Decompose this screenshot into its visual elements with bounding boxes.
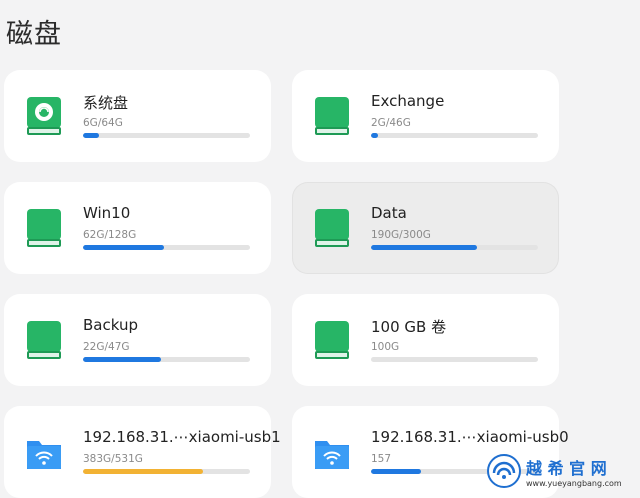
watermark-url: www.yueyangbang.com <box>526 478 622 488</box>
disk-usage: 6G/64G <box>83 117 123 129</box>
disk-name: 系统盘 <box>83 94 129 112</box>
disk-name: 100 GB 卷 <box>371 318 447 336</box>
usage-bar <box>83 469 250 474</box>
disk-usage: 62G/128G <box>83 229 137 241</box>
drive-icon <box>26 208 62 248</box>
usage-bar <box>371 357 538 362</box>
disk-card-100gb[interactable]: 100 GB 卷 100G <box>292 294 559 386</box>
disk-name: Win10 <box>83 204 131 222</box>
disk-card-system[interactable]: 系统盘 6G/64G <box>4 70 271 162</box>
usage-bar <box>83 357 250 362</box>
usage-bar-fill <box>83 469 204 474</box>
usage-bar <box>371 245 538 250</box>
drive-icon <box>314 320 350 360</box>
disk-usage: 22G/47G <box>83 341 130 353</box>
usage-bar <box>83 133 250 138</box>
disk-usage: 383G/531G <box>83 453 143 465</box>
usage-bar <box>83 245 250 250</box>
network-folder-icon <box>314 432 350 472</box>
disk-name: 192.168.31.⋯xiaomi-usb0 <box>371 428 569 446</box>
page-title: 磁盘 <box>6 19 62 50</box>
drive-icon <box>314 208 350 248</box>
disk-usage: 190G/300G <box>371 229 431 241</box>
disk-usage: 100G <box>371 341 400 353</box>
disk-name: Backup <box>83 316 138 334</box>
drive-icon <box>26 320 62 360</box>
disk-card-backup[interactable]: Backup 22G/47G <box>4 294 271 386</box>
usage-bar <box>371 133 538 138</box>
system-drive-icon <box>26 96 62 136</box>
network-folder-icon <box>26 432 62 472</box>
watermark-title: 越 希 官 网 <box>526 458 607 478</box>
drive-icon <box>314 96 350 136</box>
usage-bar-fill <box>371 133 379 138</box>
disk-name: Data <box>371 204 407 222</box>
disk-card-data[interactable]: Data 190G/300G <box>292 182 559 274</box>
usage-bar-fill <box>83 357 162 362</box>
site-watermark: 越 希 官 网 www.yueyangbang.com <box>486 448 636 494</box>
disk-usage: 157 <box>371 453 392 465</box>
disk-name: Exchange <box>371 92 445 110</box>
watermark-logo-icon <box>486 453 522 489</box>
usage-bar-fill <box>371 469 422 474</box>
usage-bar-fill <box>371 245 477 250</box>
usage-bar-fill <box>83 245 164 250</box>
disk-card-win10[interactable]: Win10 62G/128G <box>4 182 271 274</box>
disk-card-xiaomi-usb1[interactable]: 192.168.31.⋯xiaomi-usb1 383G/531G <box>4 406 281 498</box>
usage-bar-fill <box>83 133 99 138</box>
disk-card-exchange[interactable]: Exchange 2G/46G <box>292 70 559 162</box>
disk-name: 192.168.31.⋯xiaomi-usb1 <box>83 428 281 446</box>
disk-usage: 2G/46G <box>371 117 411 129</box>
